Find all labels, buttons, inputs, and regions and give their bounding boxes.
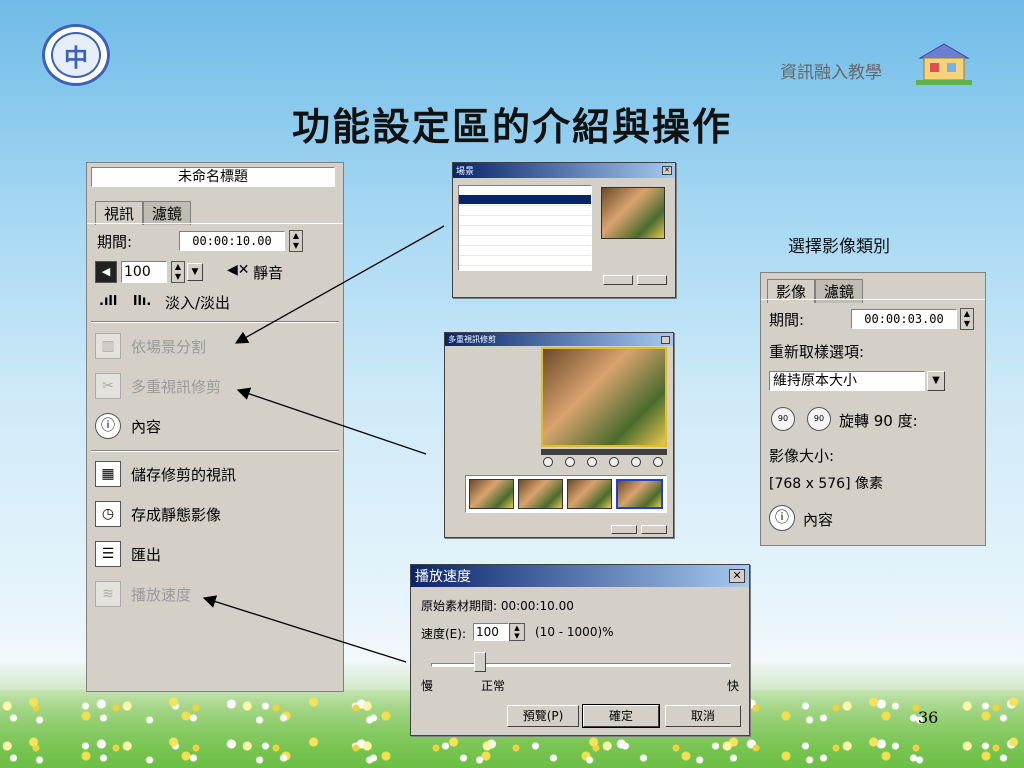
save-trim-label: 儲存修剪的視訊: [131, 466, 237, 484]
speed-dialog-title: 播放速度: [415, 569, 471, 585]
playback-speed-item[interactable]: ≋ 播放速度: [95, 581, 191, 607]
slow-label: 慢: [421, 679, 434, 693]
save-still-icon: ◷: [95, 501, 121, 527]
export-label: 匯出: [131, 546, 162, 564]
school-logo: 中: [42, 24, 110, 86]
original-duration-label: 原始素材期間: 00:00:10.00: [421, 599, 574, 613]
speed-spinner[interactable]: ▲ ▼: [509, 623, 525, 641]
cancel-button[interactable]: 取消: [665, 705, 741, 727]
fast-label: 快: [727, 679, 740, 693]
mute-icon[interactable]: ◀✕: [227, 262, 250, 278]
playback-speed-dialog: 播放速度 ✕ 原始素材期間: 00:00:10.00 速度(E): 100 ▲ ▼ …: [410, 564, 750, 736]
fade-out-icon[interactable]: llı.: [133, 294, 151, 309]
save-trimmed-video-item[interactable]: ▦ 儲存修剪的視訊: [95, 461, 236, 487]
save-still-image-item[interactable]: ◷ 存成靜態影像: [95, 501, 221, 527]
duration-label: 期間:: [97, 233, 133, 251]
speaker-icon[interactable]: ◀: [95, 261, 117, 283]
speed-range-label: (10 - 1000)%: [535, 625, 614, 639]
scene-dialog-title: 場景: [456, 167, 475, 177]
multi-trim-close-icon[interactable]: [661, 335, 670, 344]
speed-label: 速度(E):: [421, 627, 466, 641]
image-duration-spinner[interactable]: ▲ ▼: [960, 308, 974, 330]
resample-label: 重新取樣選項:: [769, 343, 865, 361]
video-options-panel: 未命名標題 視訊 濾鏡 期間: 00:00:10.00 ▲ ▼ ◀ 100 ▲ ▼ ▼…: [86, 162, 344, 692]
scene-list[interactable]: [458, 185, 592, 271]
multi-trim-ok-button[interactable]: [611, 525, 637, 534]
properties-icon: ⓘ: [95, 413, 121, 439]
volume-spinner[interactable]: ▲ ▼: [171, 261, 185, 283]
split-scene-label: 依場景分割: [131, 338, 207, 356]
brand-text: 資訊融入教學: [780, 63, 882, 83]
export-item[interactable]: ☰ 匯出: [95, 541, 161, 567]
scene-cancel-button[interactable]: [637, 275, 667, 285]
split-scene-icon: ▥: [95, 333, 121, 359]
fade-in-icon[interactable]: .ıll: [99, 294, 117, 309]
volume-field[interactable]: 100: [121, 261, 167, 283]
save-trim-icon: ▦: [95, 461, 121, 487]
scene-list-selected-row[interactable]: [459, 195, 591, 204]
scene-preview-thumbnail: [601, 187, 665, 239]
rotate-left-icon[interactable]: 90: [771, 407, 795, 431]
multi-trim-dialog: 多重視訊修剪: [444, 332, 674, 538]
multi-trim-preview: [541, 347, 667, 447]
rotate-label: 旋轉 90 度:: [839, 412, 918, 430]
export-icon: ☰: [95, 541, 121, 567]
rotate-right-icon[interactable]: 90: [807, 407, 831, 431]
slide-title: 功能設定區的介紹與操作: [291, 104, 732, 149]
image-size-value: [768 x 576] 像素: [769, 476, 884, 492]
speed-input[interactable]: 100: [473, 623, 509, 641]
multi-trim-clip-strip[interactable]: [465, 475, 667, 513]
tab-filter[interactable]: 濾鏡: [143, 201, 192, 225]
image-duration-label: 期間:: [769, 311, 805, 329]
properties-label: 內容: [131, 418, 162, 436]
logo-glyph: 中: [51, 32, 101, 78]
multi-trim-icon: ✂: [95, 373, 121, 399]
normal-label: 正常: [481, 679, 506, 693]
image-size-label: 影像大小:: [769, 447, 835, 465]
ok-button[interactable]: 確定: [582, 704, 660, 728]
scene-dialog: 場景 ✕: [452, 162, 676, 298]
image-type-caption: 選擇影像類別: [788, 237, 890, 257]
tab-video[interactable]: 視訊: [95, 201, 144, 225]
scene-close-icon[interactable]: ✕: [662, 166, 672, 175]
resample-select[interactable]: 維持原本大小: [769, 371, 925, 391]
speed-close-icon[interactable]: ✕: [729, 569, 745, 583]
duration-field[interactable]: 00:00:10.00: [179, 231, 285, 251]
save-still-label: 存成靜態影像: [131, 506, 222, 524]
multi-trim-timeline[interactable]: [541, 449, 667, 455]
multi-trim-item[interactable]: ✂ 多重視訊修剪: [95, 373, 221, 399]
mute-label: 靜音: [253, 264, 284, 282]
preview-button[interactable]: 預覽(P): [507, 705, 579, 727]
multi-trim-cancel-button[interactable]: [641, 525, 667, 534]
playback-speed-icon: ≋: [95, 581, 121, 607]
volume-dropdown-button[interactable]: ▼: [187, 263, 203, 281]
clip-title-field[interactable]: 未命名標題: [91, 167, 335, 187]
properties-item[interactable]: ⓘ 內容: [95, 413, 161, 439]
resample-dropdown-arrow[interactable]: ▼: [927, 371, 945, 391]
image-duration-field[interactable]: 00:00:03.00: [851, 309, 957, 329]
page-number: 36: [918, 708, 939, 727]
image-properties-icon[interactable]: ⓘ: [769, 505, 795, 531]
speed-slider-thumb[interactable]: [474, 652, 486, 672]
speed-slider-track[interactable]: [431, 652, 731, 672]
scene-ok-button[interactable]: [603, 275, 633, 285]
fade-label: 淡入/淡出: [165, 294, 231, 312]
image-properties-label: 內容: [803, 511, 834, 529]
split-by-scene-item[interactable]: ▥ 依場景分割: [95, 333, 206, 359]
multi-trim-label: 多重視訊修剪: [131, 378, 222, 396]
image-options-panel: 影像 濾鏡 期間: 00:00:03.00 ▲ ▼ 重新取樣選項: 維持原本大小 ▼…: [760, 272, 986, 546]
multi-trim-dialog-title: 多重視訊修剪: [448, 335, 496, 344]
playback-speed-label: 播放速度: [131, 586, 192, 604]
house-icon: [916, 43, 972, 85]
duration-spinner[interactable]: ▲ ▼: [289, 230, 303, 252]
